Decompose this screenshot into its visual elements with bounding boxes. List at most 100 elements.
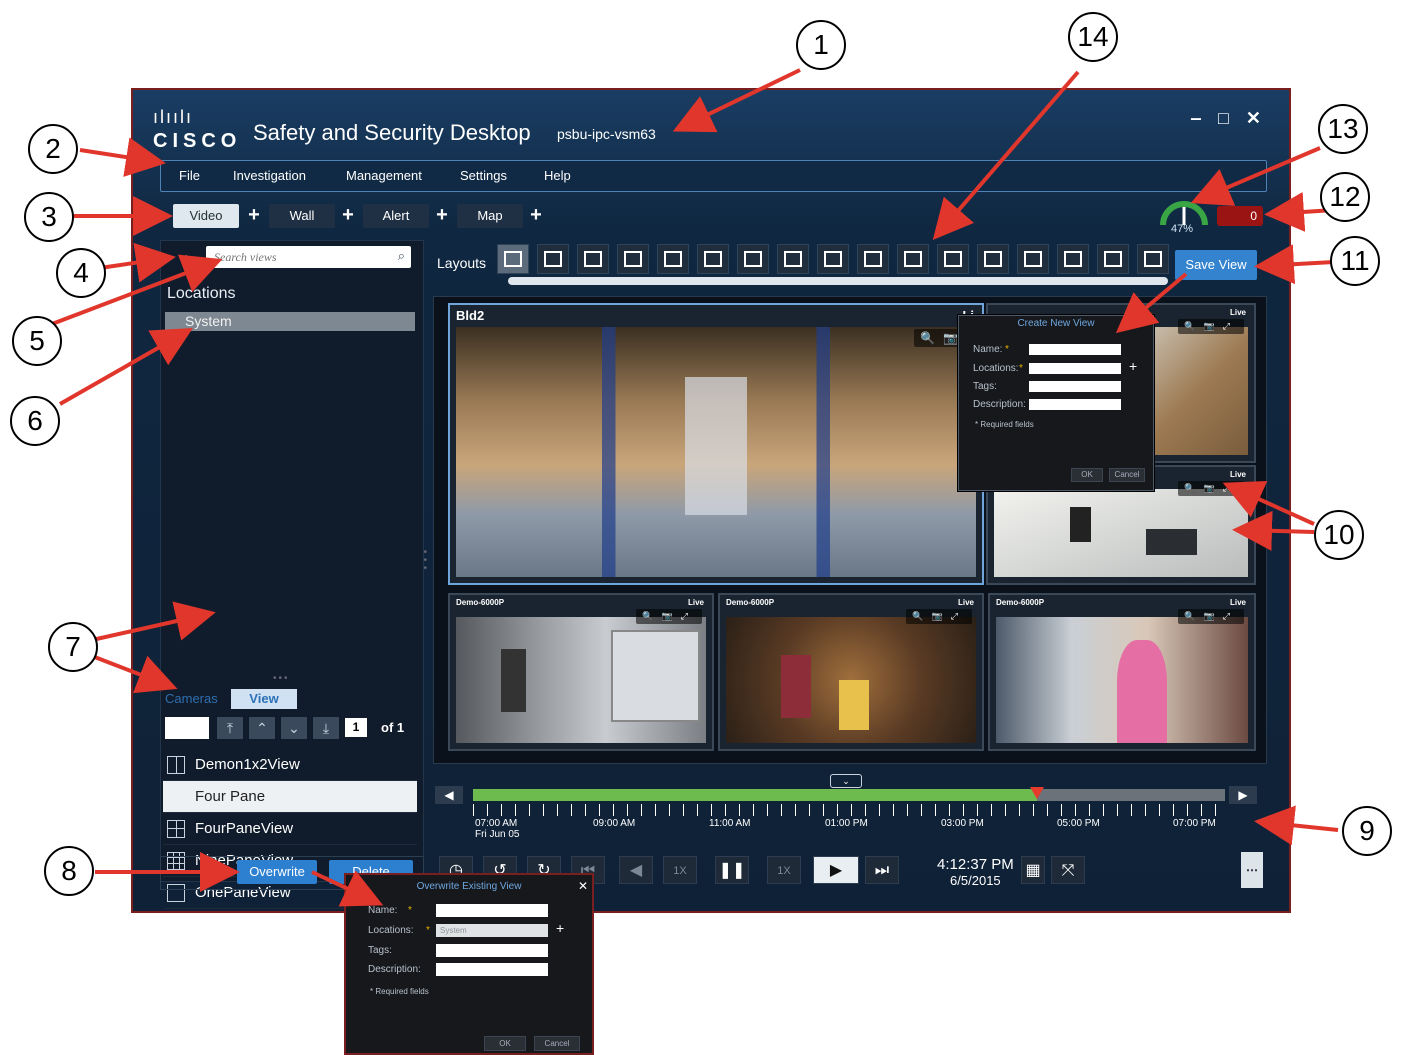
layout-option-icon[interactable] bbox=[817, 244, 849, 274]
layout-option-icon[interactable] bbox=[897, 244, 929, 274]
forward-speed-button[interactable]: 1X bbox=[767, 856, 801, 884]
tab-map[interactable]: Map bbox=[457, 204, 523, 228]
cancel-button[interactable]: Cancel bbox=[534, 1036, 580, 1051]
layout-option-icon[interactable] bbox=[1057, 244, 1089, 274]
panel-resize-handle[interactable]: • • • bbox=[423, 548, 427, 574]
layouts-scrollbar[interactable] bbox=[508, 277, 1168, 285]
fullscreen-icon[interactable]: ⤧ bbox=[1051, 856, 1085, 884]
menu-investigation[interactable]: Investigation bbox=[233, 168, 306, 183]
add-location-icon[interactable]: + bbox=[1129, 358, 1137, 374]
layout-option-icon[interactable] bbox=[537, 244, 569, 274]
expand-icon[interactable]: ⤢ bbox=[681, 611, 696, 621]
menu-management[interactable]: Management bbox=[346, 168, 422, 183]
window-controls[interactable]: ‒ □ ✕ bbox=[1191, 108, 1267, 129]
more-options-icon[interactable]: ⋯ bbox=[1241, 852, 1263, 888]
zoom-icon[interactable]: 🔍 bbox=[1184, 611, 1203, 621]
list-item[interactable]: FourPaneView bbox=[163, 813, 417, 845]
add-wall-tab-button[interactable]: + bbox=[337, 204, 359, 228]
add-map-tab-button[interactable]: + bbox=[525, 204, 547, 228]
layout-option-icon[interactable] bbox=[657, 244, 689, 274]
subtab-view[interactable]: View bbox=[231, 689, 297, 709]
tags-field[interactable] bbox=[1029, 381, 1121, 392]
calendar-icon[interactable]: ▦ bbox=[1021, 856, 1045, 884]
tab-video[interactable]: Video bbox=[173, 204, 239, 228]
layout-option-icon[interactable] bbox=[577, 244, 609, 274]
skip-to-end-icon[interactable]: ⏭ bbox=[865, 856, 899, 884]
layout-option-icon[interactable] bbox=[1137, 244, 1169, 274]
timeline-back-icon[interactable]: ◀ bbox=[435, 786, 463, 804]
last-page-icon[interactable]: ⤓ bbox=[313, 717, 339, 739]
search-icon[interactable]: ⌕ bbox=[398, 248, 405, 264]
layout-option-icon[interactable] bbox=[617, 244, 649, 274]
video-pane[interactable]: Demo-6000P Live 🔍📷⤢ bbox=[988, 593, 1256, 751]
snapshot-icon[interactable]: 📷 bbox=[932, 611, 951, 621]
pane-tools[interactable]: 🔍📷⤢ bbox=[1178, 481, 1244, 496]
layout-option-icon[interactable] bbox=[1017, 244, 1049, 274]
name-field[interactable] bbox=[436, 904, 548, 917]
pane-tools[interactable]: 🔍📷⤢ bbox=[1178, 609, 1244, 624]
collapse-panel-icon[interactable]: ◄ bbox=[177, 251, 189, 265]
layout-option-icon[interactable] bbox=[857, 244, 889, 274]
timeline-forward-icon[interactable]: ▶ bbox=[1229, 786, 1257, 804]
save-view-button[interactable]: Save View bbox=[1175, 250, 1257, 280]
tags-field[interactable] bbox=[436, 944, 548, 957]
menu-file[interactable]: File bbox=[179, 168, 200, 183]
pane-tools[interactable]: 🔍📷⤢ bbox=[636, 609, 702, 624]
play-icon[interactable]: ▶ bbox=[813, 856, 859, 884]
splitter-handle[interactable]: ••• bbox=[273, 673, 290, 684]
zoom-icon[interactable]: 🔍 bbox=[1184, 483, 1203, 493]
subtab-cameras[interactable]: Cameras bbox=[165, 689, 229, 709]
snapshot-icon[interactable]: 📷 bbox=[1204, 611, 1223, 621]
add-alert-tab-button[interactable]: + bbox=[431, 204, 453, 228]
layout-option-icon[interactable] bbox=[777, 244, 809, 274]
step-back-icon[interactable]: ◀ bbox=[619, 856, 653, 884]
pause-icon[interactable]: ❚❚ bbox=[715, 856, 749, 884]
first-page-icon[interactable]: ⤒ bbox=[217, 717, 243, 739]
timeline-bar[interactable] bbox=[473, 787, 1225, 801]
cancel-button[interactable]: Cancel bbox=[1109, 468, 1145, 482]
zoom-icon[interactable]: 🔍 bbox=[912, 611, 931, 621]
video-pane[interactable]: Demo-6000P Live 🔍📷⤢ bbox=[718, 593, 984, 751]
video-pane[interactable]: Demo-6000P Live 🔍📷⤢ bbox=[448, 593, 714, 751]
alarm-counter[interactable]: 0 bbox=[1217, 206, 1263, 226]
name-field[interactable] bbox=[1029, 344, 1121, 355]
menu-help[interactable]: Help bbox=[544, 168, 571, 183]
close-icon[interactable]: ✕ bbox=[578, 879, 588, 893]
list-item[interactable]: Demon1x2View bbox=[163, 749, 417, 781]
add-location-icon[interactable]: + bbox=[556, 920, 564, 936]
cpu-gauge[interactable]: 47% bbox=[1157, 195, 1211, 237]
zoom-icon[interactable]: 🔍 bbox=[642, 611, 661, 621]
layout-option-icon[interactable] bbox=[1097, 244, 1129, 274]
snapshot-icon[interactable]: 📷 bbox=[1204, 321, 1223, 331]
ok-button[interactable]: OK bbox=[484, 1036, 526, 1051]
layout-option-icon[interactable] bbox=[977, 244, 1009, 274]
zoom-icon[interactable]: 🔍 bbox=[920, 331, 943, 345]
page-size-select[interactable] bbox=[165, 717, 209, 739]
location-item-system[interactable]: System bbox=[165, 312, 415, 331]
pane-tools[interactable]: 🔍📷⤢ bbox=[906, 609, 972, 624]
video-pane[interactable]: Bld2 Li 🔍📷 bbox=[448, 303, 984, 585]
overwrite-button[interactable]: Overwrite bbox=[237, 860, 317, 884]
layout-option-icon[interactable] bbox=[937, 244, 969, 274]
expand-icon[interactable]: ⤢ bbox=[1223, 321, 1238, 331]
add-video-tab-button[interactable]: + bbox=[243, 204, 265, 228]
expand-icon[interactable]: ⤢ bbox=[1223, 483, 1238, 493]
tab-alert[interactable]: Alert bbox=[363, 204, 429, 228]
description-field[interactable] bbox=[1029, 399, 1121, 410]
reverse-speed-button[interactable]: 1X bbox=[663, 856, 697, 884]
prev-page-icon[interactable]: ⌃ bbox=[249, 717, 275, 739]
locations-field[interactable]: System bbox=[436, 924, 548, 937]
expand-icon[interactable]: ⤢ bbox=[951, 611, 966, 621]
page-number-input[interactable]: 1 bbox=[345, 718, 367, 737]
list-item[interactable]: Four Pane bbox=[163, 781, 417, 813]
zoom-icon[interactable]: 🔍 bbox=[1184, 321, 1203, 331]
next-page-icon[interactable]: ⌄ bbox=[281, 717, 307, 739]
description-field[interactable] bbox=[436, 963, 548, 976]
expand-icon[interactable]: ⤢ bbox=[1223, 611, 1238, 621]
search-input[interactable] bbox=[212, 248, 386, 267]
layout-option-icon[interactable] bbox=[737, 244, 769, 274]
snapshot-icon[interactable]: 📷 bbox=[1204, 483, 1223, 493]
locations-field[interactable] bbox=[1029, 363, 1121, 374]
pane-tools[interactable]: 🔍📷⤢ bbox=[1178, 319, 1244, 334]
layout-option-icon[interactable] bbox=[497, 244, 529, 274]
